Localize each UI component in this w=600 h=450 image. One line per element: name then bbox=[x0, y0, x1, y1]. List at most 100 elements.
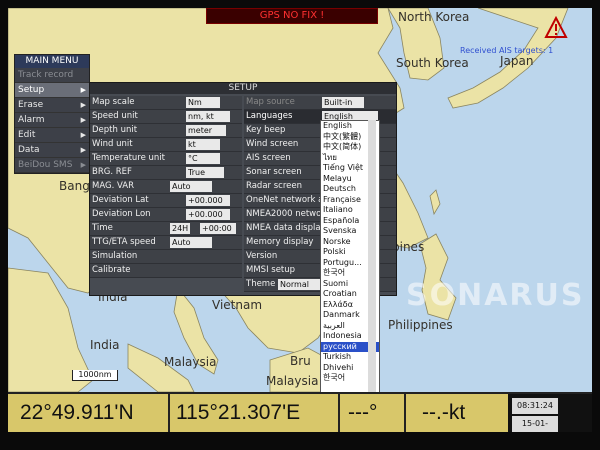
setting-label: Memory display bbox=[246, 237, 314, 247]
setting-label: Calibrate bbox=[92, 265, 131, 275]
setting-deviation-lat[interactable]: Deviation Lat +00.000 bbox=[90, 194, 242, 208]
setting-label: Map source bbox=[246, 97, 295, 107]
setting-speed-unit[interactable]: Speed unit nm, kt bbox=[90, 110, 242, 124]
map-label-vietnam: Vietnam bbox=[212, 298, 263, 312]
setting-value[interactable]: 24H bbox=[170, 223, 190, 234]
setting-label: MMSI setup bbox=[246, 265, 296, 275]
setting-label: Speed unit bbox=[92, 111, 138, 121]
speed-readout: --.-kt bbox=[422, 401, 466, 424]
setting-brg-ref[interactable]: BRG. REF True bbox=[90, 166, 242, 180]
menu-item-label: Alarm bbox=[18, 115, 45, 125]
latitude-readout: 22°49.911'N bbox=[20, 401, 134, 424]
setting-label: Deviation Lat bbox=[92, 195, 149, 205]
menu-item-alarm[interactable]: Alarm ▶ bbox=[15, 113, 89, 128]
setting-label: OneNet network an bbox=[246, 195, 329, 205]
setting-value[interactable]: meter bbox=[186, 125, 226, 136]
divider bbox=[404, 394, 406, 432]
setting-value[interactable]: +00.000 bbox=[186, 195, 230, 206]
divider bbox=[338, 394, 340, 432]
setting-label: Theme bbox=[246, 279, 276, 289]
course-readout: ---° bbox=[348, 401, 378, 424]
menu-item-label: Edit bbox=[18, 130, 36, 140]
setting-calibrate[interactable]: Calibrate bbox=[90, 264, 242, 278]
setting-label: Depth unit bbox=[92, 125, 138, 135]
chevron-right-icon: ▶ bbox=[80, 101, 86, 109]
main-menu-title: MAIN MENU bbox=[15, 55, 89, 68]
setting-value[interactable]: True bbox=[186, 167, 224, 178]
setting-value-offset[interactable]: +00:00 bbox=[200, 223, 236, 234]
setting-label: MAG. VAR bbox=[92, 181, 134, 191]
setting-value[interactable]: kt bbox=[186, 139, 220, 150]
chevron-right-icon: ▶ bbox=[80, 116, 86, 124]
menu-item-beidou-sms[interactable]: BeiDou SMS ▶ bbox=[15, 158, 89, 173]
setting-label: Version bbox=[246, 251, 278, 261]
clock-time: 08:31:24 bbox=[512, 398, 558, 414]
setting-label: Temperature unit bbox=[92, 153, 166, 163]
setting-value[interactable]: Nm bbox=[186, 97, 220, 108]
setting-mag-var[interactable]: MAG. VAR Auto bbox=[90, 180, 242, 194]
menu-item-label: Track record bbox=[18, 70, 74, 80]
setting-value[interactable]: °C bbox=[186, 153, 220, 164]
menu-item-label: Data bbox=[18, 145, 40, 155]
setting-simulation[interactable]: Simulation bbox=[90, 250, 242, 264]
gps-status-warning: GPS NO FIX ! bbox=[206, 8, 378, 24]
setting-time[interactable]: Time 24H +00:00 bbox=[90, 222, 242, 236]
setting-label: Wind screen bbox=[246, 139, 299, 149]
language-list-scrollbar[interactable] bbox=[368, 120, 376, 394]
ais-targets-status: Received AIS targets: 1 bbox=[460, 46, 554, 55]
setting-label: Simulation bbox=[92, 251, 138, 261]
setting-value[interactable]: +00.000 bbox=[186, 209, 230, 220]
setting-label: BRG. REF bbox=[92, 167, 132, 177]
setting-deviation-lon[interactable]: Deviation Lon +00.000 bbox=[90, 208, 242, 222]
chartplotter-screen: North Korea South Korea Japan Bang India… bbox=[8, 8, 592, 432]
setting-label: Wind unit bbox=[92, 139, 133, 149]
setting-label: Languages bbox=[246, 111, 293, 121]
setting-value[interactable]: Normal bbox=[278, 279, 320, 290]
menu-item-data[interactable]: Data ▶ bbox=[15, 143, 89, 158]
navigation-status-bar: 22°49.911'N 115°21.307'E ---° --.-kt 08:… bbox=[8, 392, 592, 432]
chevron-right-icon: ▶ bbox=[80, 86, 86, 94]
setting-value[interactable]: Built-in bbox=[322, 97, 364, 108]
setting-temperature-unit[interactable]: Temperature unit °C bbox=[90, 152, 242, 166]
setting-label: Map scale bbox=[92, 97, 135, 107]
setting-ttg-eta-speed[interactable]: TTG/ETA speed Auto bbox=[90, 236, 242, 250]
clock-date: 15-01-2024 bbox=[512, 416, 558, 432]
setup-title: SETUP bbox=[90, 83, 396, 94]
main-menu: MAIN MENU Track record Setup ▶ Erase ▶ Ala… bbox=[14, 54, 90, 174]
map-label-brunei: Bru bbox=[290, 354, 311, 368]
setup-left-column: Map scale Nm Speed unit nm, kt Depth unit m… bbox=[90, 96, 242, 278]
clock-panel: 08:31:24 15-01-2024 bbox=[508, 394, 592, 432]
menu-item-label: BeiDou SMS bbox=[18, 160, 73, 170]
menu-item-edit[interactable]: Edit ▶ bbox=[15, 128, 89, 143]
longitude-readout: 115°21.307'E bbox=[176, 401, 301, 424]
map-label-india-south: India bbox=[90, 338, 120, 352]
setting-label: NMEA2000 networ bbox=[246, 209, 325, 219]
setting-label: NMEA data display bbox=[246, 223, 326, 233]
setting-wind-unit[interactable]: Wind unit kt bbox=[90, 138, 242, 152]
menu-item-track-record[interactable]: Track record bbox=[15, 68, 89, 83]
map-label-malaysia: Malaysia bbox=[164, 355, 217, 369]
setting-label: TTG/ETA speed bbox=[92, 237, 156, 247]
setting-label: AIS screen bbox=[246, 153, 291, 163]
setting-label: Radar screen bbox=[246, 181, 302, 191]
setting-depth-unit[interactable]: Depth unit meter bbox=[90, 124, 242, 138]
sonarus-watermark: SONARUS bbox=[406, 278, 585, 313]
chevron-right-icon: ▶ bbox=[80, 131, 86, 139]
divider bbox=[168, 394, 170, 432]
setting-map-scale[interactable]: Map scale Nm bbox=[90, 96, 242, 110]
map-label-south-korea: South Korea bbox=[396, 56, 469, 70]
map-label-north-korea: North Korea bbox=[398, 10, 470, 24]
map-label-malaysia-east: Malaysia bbox=[266, 374, 319, 388]
setting-value[interactable]: nm, kt bbox=[186, 111, 230, 122]
setting-value[interactable]: Auto bbox=[170, 237, 212, 248]
setting-value[interactable]: Auto bbox=[170, 181, 212, 192]
map-scale-bar: 1000nm bbox=[72, 370, 118, 381]
chevron-right-icon: ▶ bbox=[80, 146, 86, 154]
menu-item-setup[interactable]: Setup ▶ bbox=[15, 83, 89, 98]
menu-item-label: Erase bbox=[18, 100, 44, 110]
setting-map-source[interactable]: Map source Built-in bbox=[244, 96, 396, 110]
map-label-bangladesh: Bang bbox=[59, 179, 90, 193]
menu-item-erase[interactable]: Erase ▶ bbox=[15, 98, 89, 113]
setting-label: Time bbox=[92, 223, 113, 233]
alarm-warning-icon[interactable] bbox=[544, 16, 568, 40]
